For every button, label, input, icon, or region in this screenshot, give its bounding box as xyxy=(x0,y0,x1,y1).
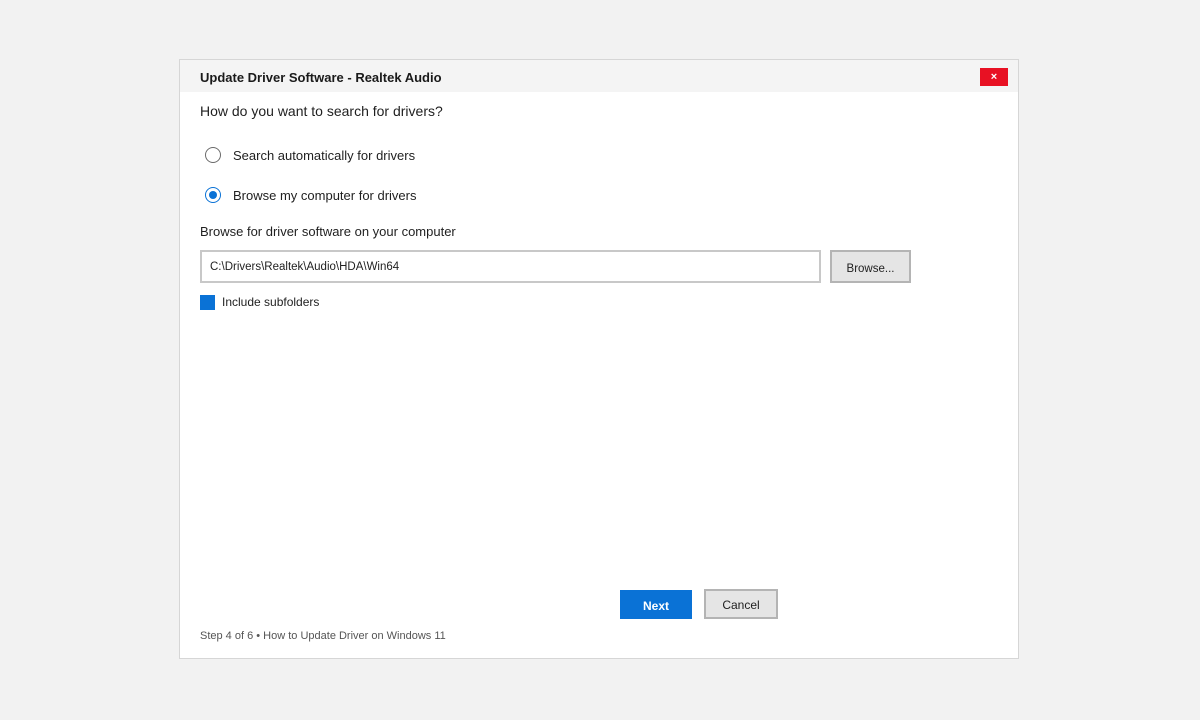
option-browse-computer[interactable]: Browse my computer for drivers xyxy=(205,185,417,205)
step-footer: Step 4 of 6 • How to Update Driver on Wi… xyxy=(200,630,446,642)
checkbox-checked-icon[interactable] xyxy=(200,294,215,310)
title-bar: Update Driver Software - Realtek Audio × xyxy=(180,60,1018,92)
include-subfolders-checkbox-row[interactable]: Include subfolders xyxy=(200,294,319,310)
driver-path-input[interactable] xyxy=(200,250,821,283)
search-question: How do you want to search for drivers? xyxy=(200,103,443,119)
close-button[interactable]: × xyxy=(980,68,1008,86)
browse-heading: Browse for driver software on your compu… xyxy=(200,224,456,239)
browse-button[interactable]: Browse... xyxy=(830,250,911,283)
cancel-button[interactable]: Cancel xyxy=(704,589,778,619)
window-title: Update Driver Software - Realtek Audio xyxy=(200,70,442,85)
radio-unchecked-icon[interactable] xyxy=(205,147,221,163)
next-button[interactable]: Next xyxy=(620,590,692,619)
option-label: Search automatically for drivers xyxy=(233,147,416,163)
radio-checked-icon[interactable] xyxy=(205,187,221,203)
option-label: Browse my computer for drivers xyxy=(233,187,417,203)
option-search-automatically[interactable]: Search automatically for drivers xyxy=(205,145,415,165)
include-subfolders-label: Include subfolders xyxy=(222,295,320,309)
update-driver-dialog: Update Driver Software - Realtek Audio ×… xyxy=(179,59,1019,659)
